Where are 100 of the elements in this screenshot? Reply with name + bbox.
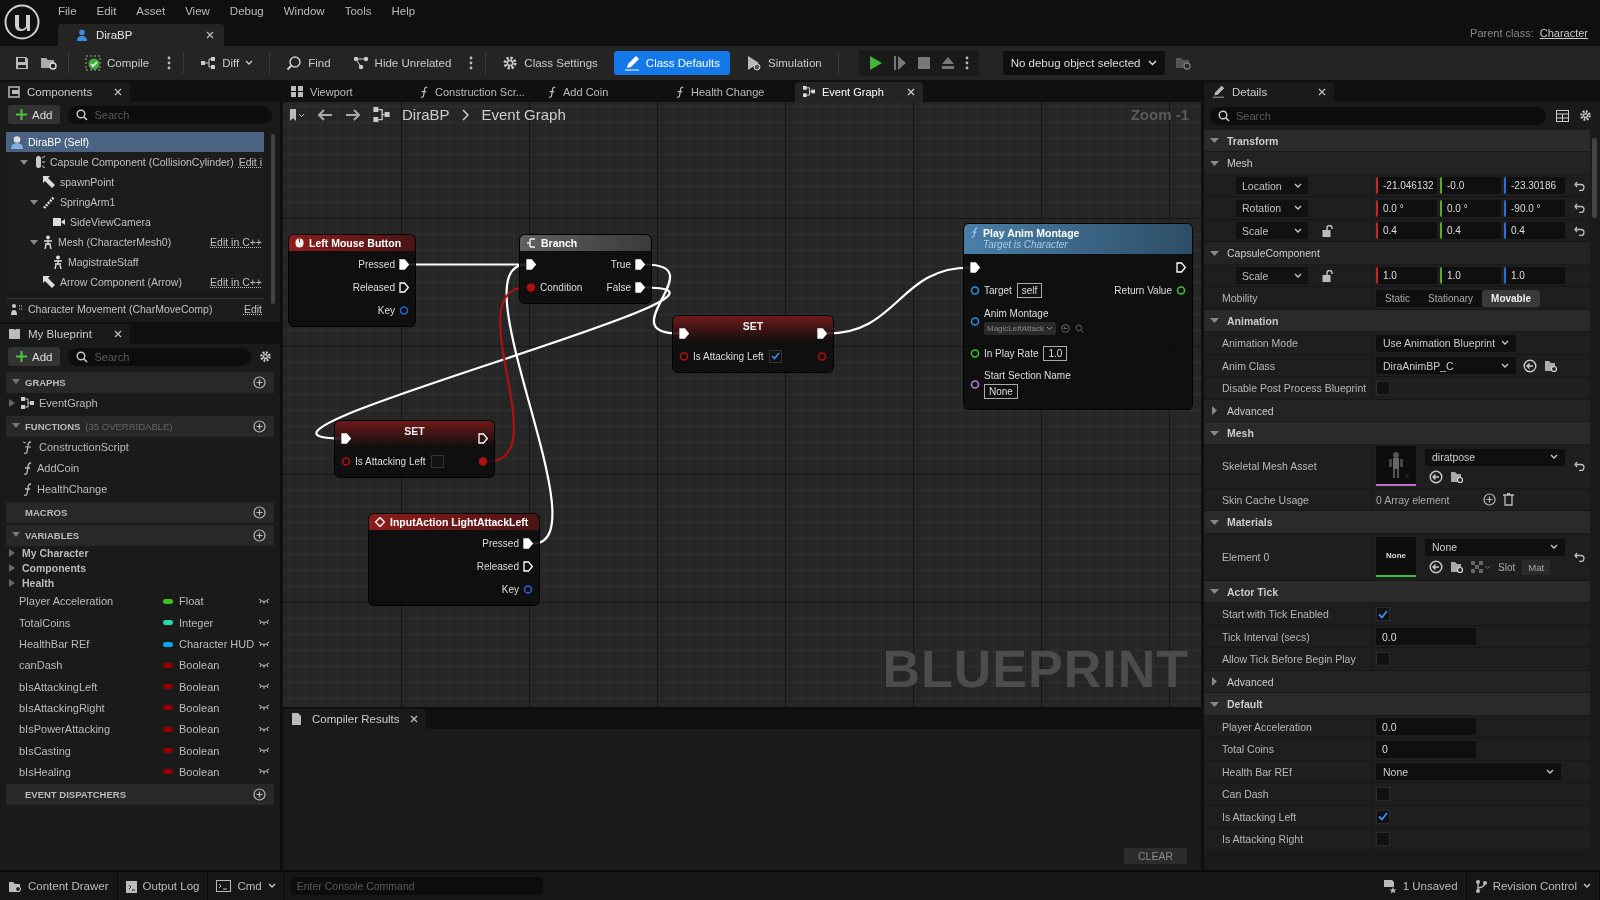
exec-pin-icon[interactable]: [1176, 261, 1186, 273]
menu-item[interactable]: Help: [391, 4, 416, 17]
exec-pin-icon[interactable]: [526, 258, 536, 270]
data-pin-icon[interactable]: [970, 284, 980, 296]
checkbox[interactable]: [1376, 832, 1390, 847]
menu-item[interactable]: Edit: [96, 4, 117, 17]
disclosure-arrow-icon[interactable]: [1210, 517, 1219, 527]
eject-icon[interactable]: [940, 55, 955, 70]
add-button[interactable]: Add: [8, 347, 61, 367]
menu-item[interactable]: Asset: [136, 4, 166, 17]
exec-pin-icon[interactable]: [970, 261, 980, 273]
number-field[interactable]: 0.0: [1376, 628, 1476, 646]
data-pin-icon[interactable]: [970, 347, 980, 359]
checkbox[interactable]: [430, 454, 444, 468]
revision-control-button[interactable]: Revision Control: [1466, 872, 1600, 900]
checkbox[interactable]: [1376, 652, 1390, 667]
pin-value-field[interactable]: None: [984, 384, 1018, 400]
console-input[interactable]: Enter Console Command: [290, 877, 543, 895]
graph-tab[interactable]: Add Coin: [539, 81, 667, 102]
exec-pin-icon[interactable]: [341, 432, 351, 444]
menu-item[interactable]: Window: [283, 4, 325, 17]
data-pin-icon[interactable]: [970, 316, 980, 328]
checkbox[interactable]: [1376, 809, 1390, 824]
tree-item[interactable]: DiraBP (Self): [6, 131, 264, 152]
search-field[interactable]: Search: [68, 347, 251, 366]
variable-type[interactable]: Boolean: [179, 765, 258, 778]
section-header[interactable]: MACROS: [6, 501, 274, 523]
closed-eye-icon[interactable]: [258, 704, 270, 712]
exec-pin-icon[interactable]: [523, 537, 533, 549]
number-field[interactable]: 0.4: [1376, 222, 1437, 240]
expand-arrow-icon[interactable]: [8, 399, 16, 408]
exec-pin-icon[interactable]: [399, 258, 409, 270]
graph-tab[interactable]: Health Change: [667, 81, 795, 102]
graph-node[interactable]: InputAction LightAttackLeft Pressed Released Key: [369, 513, 539, 605]
closed-eye-icon[interactable]: [258, 640, 270, 648]
graph-node[interactable]: Left Mouse Button Pressed Released Key: [289, 234, 415, 326]
slot-field[interactable]: Mat: [1522, 559, 1551, 575]
section-header[interactable]: FUNCTIONS (35 OVERRIDABLE): [6, 415, 274, 437]
graph-canvas[interactable]: [283, 101, 1201, 707]
graph-item[interactable]: HealthChange: [0, 478, 280, 500]
toolbar-button[interactable]: Simulation: [740, 50, 828, 75]
variable-category[interactable]: Health: [0, 575, 280, 591]
close-icon[interactable]: [206, 30, 214, 39]
forward-arrow-icon[interactable]: [345, 108, 361, 121]
disclosure-arrow-icon[interactable]: [1210, 248, 1219, 258]
add-icon[interactable]: [253, 528, 266, 542]
exec-pin-icon[interactable]: [817, 327, 827, 339]
reset-arrow-icon[interactable]: [1573, 461, 1585, 472]
data-pin-icon[interactable]: [399, 304, 409, 316]
add-button[interactable]: Add: [8, 105, 61, 125]
reset-arrow-icon[interactable]: [1573, 180, 1585, 191]
checkbox[interactable]: [1376, 607, 1390, 622]
variable-type[interactable]: Boolean: [179, 659, 258, 672]
logo-icon[interactable]: [4, 4, 40, 40]
edit-link[interactable]: Edit: [243, 302, 264, 315]
more-options-icon[interactable]: [964, 55, 969, 70]
disclosure-arrow-icon[interactable]: [1210, 587, 1219, 597]
category-header[interactable]: CapsuleComponent: [1204, 242, 1590, 265]
number-field[interactable]: 0: [1376, 740, 1476, 758]
category-header[interactable]: Default: [1204, 693, 1590, 716]
step-icon[interactable]: [892, 54, 907, 71]
reset-arrow-icon[interactable]: [1573, 225, 1585, 236]
category-header[interactable]: Materials: [1204, 511, 1590, 534]
number-field[interactable]: -23.30186: [1504, 177, 1565, 195]
cmd-dropdown[interactable]: Cmd: [208, 872, 285, 900]
transform-mode-dropdown[interactable]: Scale: [1236, 267, 1308, 285]
category-header[interactable]: Mesh: [1204, 152, 1590, 175]
transform-mode-dropdown[interactable]: Scale: [1236, 222, 1308, 240]
search-field[interactable]: Search: [1210, 106, 1546, 125]
unsaved-button[interactable]: 1 Unsaved: [1374, 872, 1467, 900]
number-field[interactable]: 1.0: [1376, 267, 1437, 285]
checkbox[interactable]: [1376, 381, 1390, 396]
trash-icon[interactable]: [1503, 493, 1514, 507]
variable-name[interactable]: bIsHealing: [19, 765, 163, 778]
menu-item[interactable]: Tools: [344, 4, 372, 17]
number-field[interactable]: 0.4: [1440, 222, 1501, 240]
menu-item[interactable]: Debug: [229, 4, 264, 17]
variable-type[interactable]: Float: [179, 595, 258, 608]
category-header[interactable]: Transform: [1204, 129, 1590, 153]
document-tab[interactable]: DiraBP: [58, 23, 224, 46]
panel-tab[interactable]: Details: [1204, 81, 1334, 102]
number-field[interactable]: -21.046132: [1376, 177, 1437, 195]
variable-name[interactable]: bIsPowerAttacking: [19, 723, 163, 736]
disclosure-arrow-icon[interactable]: [12, 379, 20, 386]
category-header[interactable]: Advanced: [1204, 670, 1590, 694]
graph-node[interactable]: SET Is Attacking Left: [673, 315, 833, 372]
category-header[interactable]: Animation: [1204, 309, 1590, 333]
variable-type[interactable]: Boolean: [179, 723, 258, 736]
disclosure-arrow-icon[interactable]: [1210, 158, 1219, 168]
toggle-option[interactable]: Stationary: [1419, 289, 1483, 307]
toolbar-button[interactable]: Find: [280, 50, 337, 75]
lock-icon[interactable]: [1322, 269, 1333, 282]
graph-node[interactable]: Branch True Condition False: [520, 234, 651, 303]
toggle-option[interactable]: Static: [1376, 289, 1419, 307]
close-icon[interactable]: [114, 329, 122, 338]
breadcrumb-item[interactable]: DiraBP: [402, 106, 450, 124]
lock-icon[interactable]: [1322, 224, 1333, 237]
edit-link[interactable]: Edit in C++: [210, 275, 264, 288]
toolbar-button[interactable]: Class Settings: [496, 50, 604, 75]
panel-tab[interactable]: Compiler Results: [283, 708, 426, 729]
